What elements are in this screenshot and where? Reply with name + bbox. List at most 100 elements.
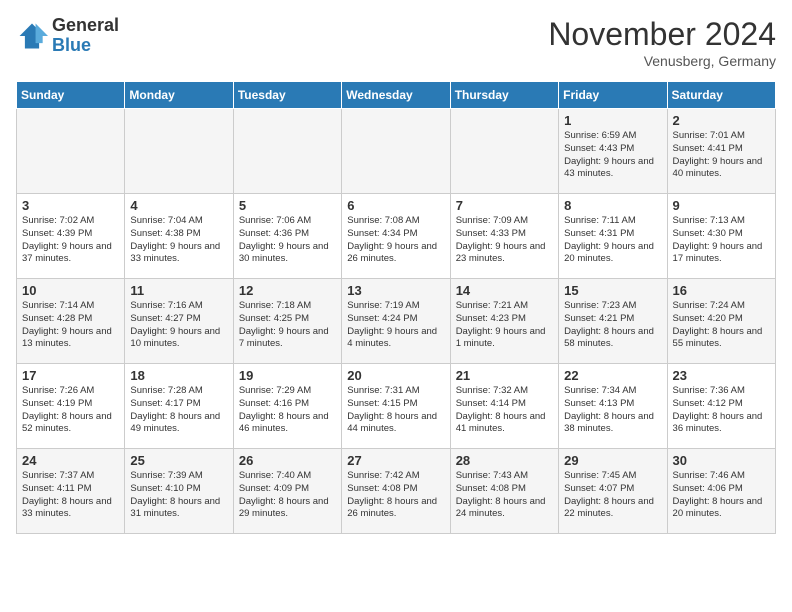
day-number: 11 [130,283,227,298]
day-info: Sunrise: 7:08 AM Sunset: 4:34 PM Dayligh… [347,215,444,266]
table-row: 29 Sunrise: 7:45 AM Sunset: 4:07 PM Dayli… [559,449,667,534]
day-number: 10 [22,283,119,298]
day-number: 3 [22,198,119,213]
day-number: 16 [673,283,770,298]
day-number: 14 [456,283,553,298]
table-row: 28Sunrise: 7:43 AM Sunset: 4:08 PM Dayli… [450,449,558,534]
table-row: 3 Sunrise: 7:02 AM Sunset: 4:39 PM Daylig… [17,194,125,279]
day-info: Sunrise: 7:23 AM Sunset: 4:21 PM Dayligh… [564,300,661,351]
table-row: 24 Sunrise: 7:37 AM Sunset: 4:11 PM Dayli… [17,449,125,534]
table-row: 12 Sunrise: 7:18 AM Sunset: 4:25 PM Dayli… [233,279,341,364]
day-info: Sunrise: 7:31 AM Sunset: 4:15 PM Dayligh… [347,385,444,436]
th-wednesday: Wednesday [342,82,450,109]
day-info: Sunrise: 7:01 AM Sunset: 4:41 PM Dayligh… [673,130,770,181]
day-number: 20 [347,368,444,383]
th-saturday: Saturday [667,82,775,109]
weekday-row: Sunday Monday Tuesday Wednesday Thursday… [17,82,776,109]
table-row [233,109,341,194]
table-row: 26Sunrise: 7:40 AM Sunset: 4:09 PM Dayli… [233,449,341,534]
table-row: 25Sunrise: 7:39 AM Sunset: 4:10 PM Dayli… [125,449,233,534]
th-sunday: Sunday [17,82,125,109]
calendar-week-3: 17Sunrise: 7:26 AM Sunset: 4:19 PM Dayli… [17,364,776,449]
day-number: 7 [456,198,553,213]
table-row: 8Sunrise: 7:11 AM Sunset: 4:31 PM Daylig… [559,194,667,279]
day-info: Sunrise: 7:21 AM Sunset: 4:23 PM Dayligh… [456,300,553,351]
day-number: 19 [239,368,336,383]
day-info: Sunrise: 7:36 AM Sunset: 4:12 PM Dayligh… [673,385,770,436]
table-row: 27 Sunrise: 7:42 AM Sunset: 4:08 PM Dayli… [342,449,450,534]
th-monday: Monday [125,82,233,109]
table-row: 4 Sunrise: 7:04 AM Sunset: 4:38 PM Daylig… [125,194,233,279]
day-number: 27 [347,453,444,468]
calendar-week-2: 10 Sunrise: 7:14 AM Sunset: 4:28 PM Dayli… [17,279,776,364]
header: General Blue November 2024 Venusberg, Ge… [16,16,776,69]
day-info: Sunrise: 7:32 AM Sunset: 4:14 PM Dayligh… [456,385,553,436]
table-row [450,109,558,194]
day-number: 13 [347,283,444,298]
table-row: 1 Sunrise: 6:59 AM Sunset: 4:43 PM Daylig… [559,109,667,194]
th-tuesday: Tuesday [233,82,341,109]
day-number: 18 [130,368,227,383]
day-info: Sunrise: 7:45 AM Sunset: 4:07 PM Dayligh… [564,470,661,521]
day-number: 30 [673,453,770,468]
logo-text: General Blue [52,16,119,56]
table-row [125,109,233,194]
day-info: Sunrise: 7:13 AM Sunset: 4:30 PM Dayligh… [673,215,770,266]
day-number: 4 [130,198,227,213]
table-row: 23 Sunrise: 7:36 AM Sunset: 4:12 PM Dayli… [667,364,775,449]
day-number: 9 [673,198,770,213]
logo: General Blue [16,16,119,56]
day-info: Sunrise: 7:09 AM Sunset: 4:33 PM Dayligh… [456,215,553,266]
day-info: Sunrise: 7:37 AM Sunset: 4:11 PM Dayligh… [22,470,119,521]
title-area: November 2024 Venusberg, Germany [548,16,776,69]
day-info: Sunrise: 7:14 AM Sunset: 4:28 PM Dayligh… [22,300,119,351]
table-row: 5Sunrise: 7:06 AM Sunset: 4:36 PM Daylig… [233,194,341,279]
day-info: Sunrise: 7:46 AM Sunset: 4:06 PM Dayligh… [673,470,770,521]
table-row: 30 Sunrise: 7:46 AM Sunset: 4:06 PM Dayli… [667,449,775,534]
calendar-header: Sunday Monday Tuesday Wednesday Thursday… [17,82,776,109]
day-info: Sunrise: 6:59 AM Sunset: 4:43 PM Dayligh… [564,130,661,181]
calendar-table: Sunday Monday Tuesday Wednesday Thursday… [16,81,776,534]
th-thursday: Thursday [450,82,558,109]
day-number: 12 [239,283,336,298]
day-info: Sunrise: 7:04 AM Sunset: 4:38 PM Dayligh… [130,215,227,266]
table-row: 7 Sunrise: 7:09 AM Sunset: 4:33 PM Daylig… [450,194,558,279]
table-row: 15 Sunrise: 7:23 AM Sunset: 4:21 PM Dayli… [559,279,667,364]
calendar-week-4: 24 Sunrise: 7:37 AM Sunset: 4:11 PM Dayli… [17,449,776,534]
table-row: 11 Sunrise: 7:16 AM Sunset: 4:27 PM Dayli… [125,279,233,364]
table-row: 21Sunrise: 7:32 AM Sunset: 4:14 PM Dayli… [450,364,558,449]
table-row: 20 Sunrise: 7:31 AM Sunset: 4:15 PM Dayli… [342,364,450,449]
day-info: Sunrise: 7:02 AM Sunset: 4:39 PM Dayligh… [22,215,119,266]
th-friday: Friday [559,82,667,109]
calendar-week-0: 1 Sunrise: 6:59 AM Sunset: 4:43 PM Daylig… [17,109,776,194]
day-number: 29 [564,453,661,468]
location: Venusberg, Germany [548,53,776,69]
logo-general-text: General [52,16,119,36]
day-number: 22 [564,368,661,383]
day-info: Sunrise: 7:16 AM Sunset: 4:27 PM Dayligh… [130,300,227,351]
day-number: 1 [564,113,661,128]
table-row: 19 Sunrise: 7:29 AM Sunset: 4:16 PM Dayli… [233,364,341,449]
calendar-week-1: 3 Sunrise: 7:02 AM Sunset: 4:39 PM Daylig… [17,194,776,279]
day-number: 23 [673,368,770,383]
day-number: 15 [564,283,661,298]
day-number: 26 [239,453,336,468]
table-row [17,109,125,194]
day-info: Sunrise: 7:24 AM Sunset: 4:20 PM Dayligh… [673,300,770,351]
day-number: 28 [456,453,553,468]
month-title: November 2024 [548,16,776,53]
table-row: 10 Sunrise: 7:14 AM Sunset: 4:28 PM Dayli… [17,279,125,364]
day-number: 17 [22,368,119,383]
table-row: 14 Sunrise: 7:21 AM Sunset: 4:23 PM Dayli… [450,279,558,364]
day-info: Sunrise: 7:42 AM Sunset: 4:08 PM Dayligh… [347,470,444,521]
page: General Blue November 2024 Venusberg, Ge… [0,0,792,542]
logo-blue-text: Blue [52,36,119,56]
logo-icon [16,20,48,52]
day-info: Sunrise: 7:29 AM Sunset: 4:16 PM Dayligh… [239,385,336,436]
day-info: Sunrise: 7:34 AM Sunset: 4:13 PM Dayligh… [564,385,661,436]
table-row: 17Sunrise: 7:26 AM Sunset: 4:19 PM Dayli… [17,364,125,449]
day-info: Sunrise: 7:18 AM Sunset: 4:25 PM Dayligh… [239,300,336,351]
day-info: Sunrise: 7:39 AM Sunset: 4:10 PM Dayligh… [130,470,227,521]
day-number: 24 [22,453,119,468]
day-number: 6 [347,198,444,213]
